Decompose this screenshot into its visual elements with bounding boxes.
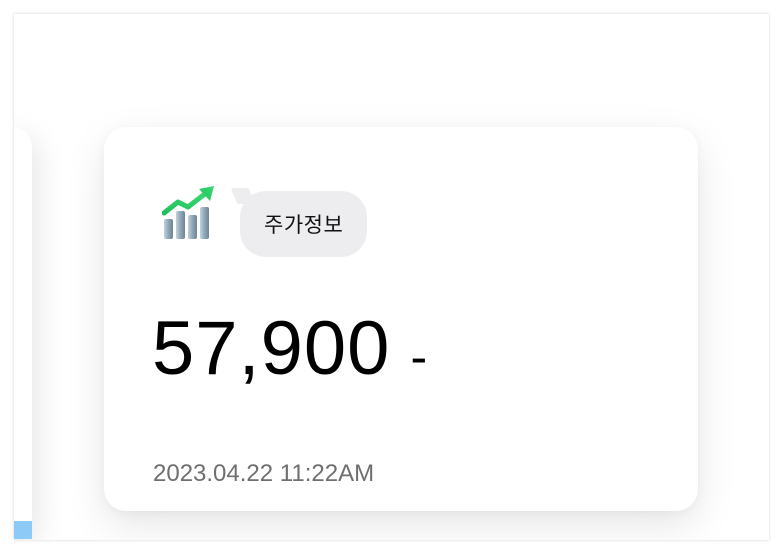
price-change: - bbox=[410, 329, 428, 385]
stock-price: 57,900 bbox=[152, 306, 391, 391]
scroll-indicator bbox=[14, 521, 32, 539]
stock-info-label-bubble: 주가정보 bbox=[240, 191, 368, 257]
price-row: 57,900 - bbox=[152, 305, 427, 392]
stock-info-card[interactable]: 주가정보 57,900 - 2023.04.22 11:22AM bbox=[104, 127, 698, 511]
stock-info-label: 주가정보 bbox=[264, 213, 344, 237]
chart-increasing-icon bbox=[162, 186, 214, 239]
viewport-frame: 주가정보 57,900 - 2023.04.22 11:22AM bbox=[14, 14, 769, 540]
price-timestamp: 2023.04.22 11:22AM bbox=[153, 460, 375, 487]
previous-card[interactable] bbox=[14, 126, 32, 538]
